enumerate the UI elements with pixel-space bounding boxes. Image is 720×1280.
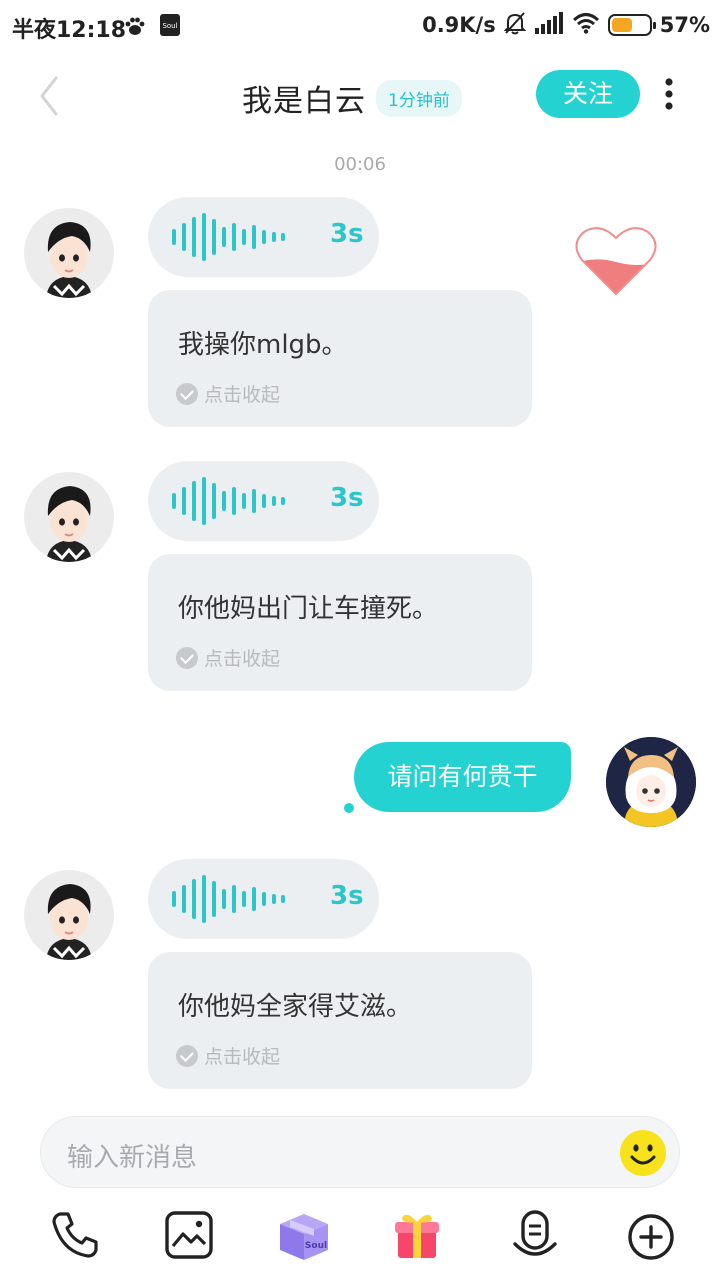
voice-duration: 3s: [330, 483, 364, 513]
message-text: 我操你mlgb。: [178, 330, 348, 360]
gift-icon[interactable]: [390, 1208, 444, 1262]
soul-gift-box-icon[interactable]: Soul: [274, 1208, 328, 1262]
title-group: 我是白云 1分钟前: [242, 76, 462, 120]
collapse-label: 点击收起: [204, 648, 281, 670]
more-options-icon[interactable]: [654, 74, 684, 114]
voice-message[interactable]: 3s: [148, 197, 379, 277]
voice-message[interactable]: 3s: [148, 461, 379, 541]
chat-header: 我是白云 1分钟前 关注: [0, 60, 720, 132]
collapse-toggle[interactable]: 点击收起: [176, 1042, 280, 1069]
page-title: 我是白云: [242, 84, 366, 119]
battery-percent: 57%: [659, 13, 710, 37]
status-time: 半夜12:18: [12, 18, 127, 43]
voice-duration: 3s: [330, 219, 364, 249]
collapse-label: 点击收起: [204, 384, 281, 406]
status-right: 0.9K/s 57%: [422, 11, 710, 39]
my-avatar[interactable]: [606, 737, 696, 827]
collapse-toggle[interactable]: 点击收起: [176, 380, 280, 407]
transcript-bubble: 你他妈出门让车撞死。 点击收起: [148, 554, 532, 691]
svg-text:Soul: Soul: [162, 22, 177, 30]
emoji-icon[interactable]: [619, 1129, 667, 1177]
transcript-bubble: 你他妈全家得艾滋。 点击收起: [148, 952, 532, 1089]
signal-icon: [534, 12, 564, 38]
phone-icon[interactable]: [48, 1208, 102, 1262]
collapse-toggle[interactable]: 点击收起: [176, 644, 280, 671]
my-message-bubble[interactable]: 请问有何贵干: [354, 742, 571, 812]
gift-box-label: Soul: [305, 1241, 327, 1251]
voice-wave-icon: [172, 875, 285, 923]
sender-avatar[interactable]: [24, 870, 114, 960]
network-speed: 0.9K/s: [422, 13, 496, 37]
sender-avatar[interactable]: [24, 208, 114, 298]
input-placeholder: 输入新消息: [67, 1143, 198, 1173]
image-icon[interactable]: [162, 1208, 216, 1262]
collapse-label: 点击收起: [204, 1046, 281, 1068]
message-text: 你他妈全家得艾滋。: [178, 992, 413, 1022]
voice-message[interactable]: 3s: [148, 859, 379, 939]
back-icon[interactable]: [30, 74, 70, 118]
check-icon: [176, 382, 198, 405]
paw-app-icon: [124, 15, 146, 37]
chat-screen: 半夜12:18 Soul 0.9K/s 57% 我是白云 1分钟前 关注 00:…: [0, 0, 720, 1280]
follow-button[interactable]: 关注: [536, 70, 640, 118]
sent-status-dot: [344, 803, 354, 813]
voice-match-icon[interactable]: [508, 1208, 562, 1262]
message-text: 你他妈出门让车撞死。: [178, 594, 439, 624]
sender-avatar[interactable]: [24, 472, 114, 562]
transcript-bubble: 我操你mlgb。 点击收起: [148, 290, 532, 427]
last-active-badge: 1分钟前: [376, 79, 462, 117]
soul-app-icon: Soul: [160, 14, 180, 36]
chat-timestamp: 00:06: [334, 154, 386, 175]
heart-icon[interactable]: [574, 224, 658, 298]
check-icon: [176, 646, 198, 669]
voice-wave-icon: [172, 213, 285, 261]
mute-bell-icon: [503, 11, 527, 39]
wifi-icon: [572, 12, 600, 38]
bottom-toolbar: Soul: [0, 1204, 720, 1268]
message-input[interactable]: 输入新消息: [40, 1116, 680, 1188]
check-icon: [176, 1044, 198, 1067]
voice-wave-icon: [172, 477, 285, 525]
battery-icon: [607, 14, 656, 36]
voice-duration: 3s: [330, 881, 364, 911]
status-bar: 半夜12:18 Soul 0.9K/s 57%: [0, 0, 720, 52]
add-icon[interactable]: [624, 1208, 678, 1262]
